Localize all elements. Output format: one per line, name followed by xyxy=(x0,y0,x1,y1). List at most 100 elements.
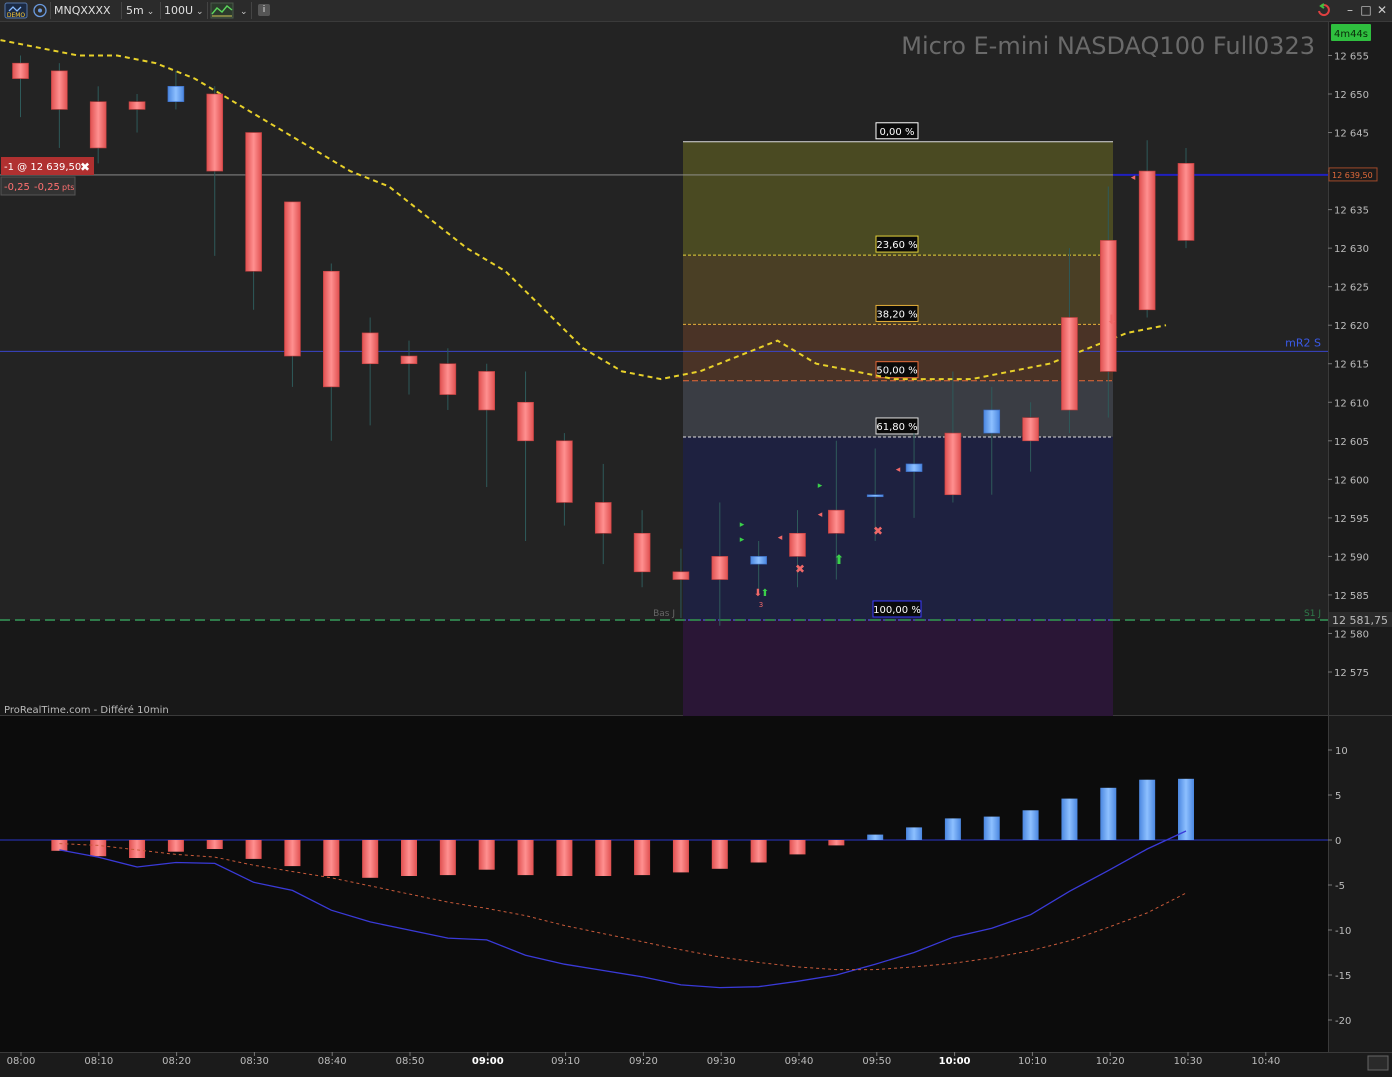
chevron-down-icon: ⌄ xyxy=(196,7,204,17)
bear-candle xyxy=(89,101,107,149)
osc-tick-label: -20 xyxy=(1335,1016,1351,1027)
time-tick-label: 10:40 xyxy=(1251,1056,1280,1067)
osc-bar-negative xyxy=(478,840,495,870)
bull-candle xyxy=(750,556,767,565)
osc-bar-negative xyxy=(634,840,651,876)
sell-triangle-icon: ◂ xyxy=(778,533,783,543)
buy-triangle-icon: ▸ xyxy=(740,520,745,530)
bear-candle xyxy=(206,93,224,172)
osc-bar-positive xyxy=(983,816,1000,840)
osc-bar-negative xyxy=(245,840,262,859)
time-tick-label: 10:30 xyxy=(1174,1056,1203,1067)
indicators-button[interactable] xyxy=(210,2,234,19)
info-icon: i xyxy=(258,4,270,16)
units-selector[interactable]: 100U ⌄ xyxy=(164,2,204,19)
price-tick-label: 12 620 xyxy=(1334,321,1369,332)
chart-canvas[interactable]: 0,00 % 23,60 % 38,20 % 50,00 % 61,80 % 100,00… xyxy=(0,22,1392,1077)
toolbar-separator xyxy=(121,2,122,19)
fibonacci-retracement[interactable]: 0,00 % 23,60 % 38,20 % 50,00 % 61,80 % 100,00… xyxy=(683,122,1113,716)
osc-bar-positive xyxy=(906,827,923,840)
minimize-icon[interactable]: – xyxy=(1342,2,1358,18)
buy-arrow-icon: ⬆ xyxy=(761,588,769,599)
bear-candle xyxy=(517,401,534,442)
s1-price-label: 12 581,75 xyxy=(1332,614,1388,627)
info-button[interactable]: i xyxy=(258,2,272,19)
zoom-reset-icon[interactable] xyxy=(1367,1055,1389,1071)
osc-bar-negative xyxy=(828,840,845,846)
price-tick-label: 12 605 xyxy=(1334,437,1369,448)
sell-triangle-icon: ◂ xyxy=(1131,173,1136,183)
osc-bar-negative xyxy=(51,840,68,851)
price-tick-label: 12 600 xyxy=(1334,475,1369,486)
time-tick-label: 08:50 xyxy=(396,1056,425,1067)
price-panel-upper-bg xyxy=(0,22,1328,620)
bull-candle xyxy=(905,463,923,472)
bull-candle xyxy=(167,85,185,103)
bear-candle xyxy=(322,270,340,388)
s1-label: S1 J xyxy=(1304,609,1321,619)
bear-candle xyxy=(400,355,418,365)
bear-candle xyxy=(1061,317,1078,411)
bear-candle xyxy=(711,556,729,580)
bear-candle xyxy=(1022,417,1039,442)
demo-badge-icon: DEMO xyxy=(3,2,29,19)
position-price-label: 12 639,50 xyxy=(1332,171,1373,180)
osc-bar-negative xyxy=(90,840,107,857)
bull-candle xyxy=(983,409,1001,434)
close-icon[interactable]: ✕ xyxy=(1374,2,1390,18)
indicators-dropdown[interactable]: ⌄ xyxy=(237,2,248,19)
bear-candle xyxy=(1177,163,1195,241)
close-position-icon[interactable]: ✖ xyxy=(80,160,90,174)
bear-candle xyxy=(439,363,457,395)
price-tick-label: 12 650 xyxy=(1334,90,1369,101)
bear-candle xyxy=(633,532,651,573)
osc-bar-positive xyxy=(1100,787,1117,840)
watermark: ProRealTime.com - Différé 10min xyxy=(4,704,169,716)
price-tick-label: 12 625 xyxy=(1334,283,1369,294)
bear-candle xyxy=(128,101,146,110)
price-tick-label: 12 645 xyxy=(1334,129,1369,140)
bear-candle xyxy=(944,432,962,496)
time-tick-label: 08:40 xyxy=(318,1056,347,1067)
bear-candle xyxy=(1100,240,1117,372)
fib-label: 50,00 % xyxy=(876,366,917,377)
osc-tick-label: -5 xyxy=(1335,881,1345,892)
fib-label: 61,80 % xyxy=(876,422,917,433)
bear-candle xyxy=(789,532,806,557)
price-tick-label: 12 575 xyxy=(1334,668,1369,679)
symbol-label: MNQXXXX xyxy=(54,4,111,17)
osc-bar-positive xyxy=(1022,810,1039,840)
bear-candle xyxy=(51,70,68,110)
osc-bar-negative xyxy=(711,840,728,869)
bear-candle xyxy=(1138,170,1156,311)
time-tick-label: 10:20 xyxy=(1096,1056,1125,1067)
time-tick-label: 08:20 xyxy=(162,1056,191,1067)
bull-candle xyxy=(866,494,884,498)
refresh-icon[interactable] xyxy=(1316,2,1332,18)
osc-tick-label: -15 xyxy=(1335,971,1351,982)
chevron-down-icon: ⌄ xyxy=(240,7,248,17)
sell-triangle-icon: ◂ xyxy=(818,510,823,520)
price-tick-label: 12 595 xyxy=(1334,514,1369,525)
price-tick-label: 12 580 xyxy=(1334,629,1369,640)
osc-bar-positive xyxy=(1139,779,1156,840)
buy-arrow-icon: ⬆ xyxy=(834,553,845,568)
time-tick-label: 10:10 xyxy=(1018,1056,1047,1067)
maximize-icon[interactable]: □ xyxy=(1358,2,1374,18)
demo-logo-icon: DEMO xyxy=(4,2,28,19)
indicator-chart-icon xyxy=(210,2,234,19)
toolbar-separator xyxy=(207,2,208,19)
osc-bar-negative xyxy=(206,840,223,849)
bear-candle xyxy=(828,509,845,534)
price-tick-label: 12 655 xyxy=(1334,51,1369,62)
sync-icon[interactable] xyxy=(32,2,48,19)
fib-label: 38,20 % xyxy=(876,309,917,320)
oscillator-panel-bg xyxy=(0,716,1328,1052)
time-tick-label: 10:00 xyxy=(939,1056,971,1067)
chevron-down-icon: ⌄ xyxy=(146,7,155,17)
timeframe-selector[interactable]: 5m ⌄ xyxy=(126,2,158,19)
price-tick-label: 12 635 xyxy=(1334,206,1369,217)
fib-label: 100,00 % xyxy=(873,605,921,616)
symbol-selector[interactable]: MNQXXXX⌄ xyxy=(54,2,118,34)
price-tick-label: 12 590 xyxy=(1334,552,1369,563)
